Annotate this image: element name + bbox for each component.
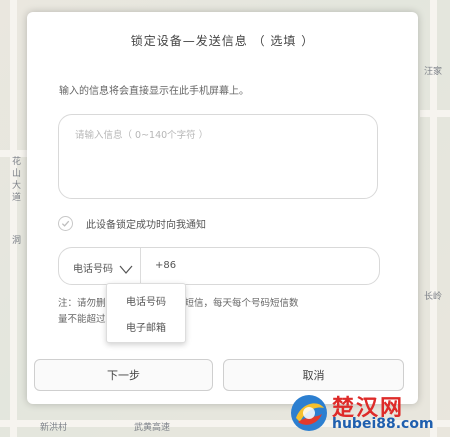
watermark-logo — [291, 395, 327, 431]
map-label: 汪家 — [424, 67, 443, 77]
dialog-title: 锁定设备—发送信息 （ 选填 ） — [130, 34, 315, 48]
watermark-url: hubei88.com — [332, 416, 434, 432]
message-hint: 输入的信息将会直接显示在此手机屏幕上。 — [59, 86, 249, 97]
phone-input-group: 电话号码 +86 — [58, 247, 380, 285]
map-label: 武黄高速 — [134, 423, 171, 433]
message-input[interactable]: 请输入信息（ 0~140个字符 ） — [58, 114, 378, 199]
dropdown-option-phone[interactable]: 电话号码 — [107, 293, 185, 308]
map-road — [10, 0, 17, 437]
map-label: 长岭 — [424, 292, 443, 302]
country-code[interactable]: +86 — [155, 260, 176, 271]
notify-option[interactable]: 此设备锁定成功时向我通知 — [58, 216, 206, 231]
lock-device-dialog: 锁定设备—发送信息 （ 选填 ） 输入的信息将会直接显示在此手机屏幕上。 请输入… — [27, 12, 418, 404]
notify-checkbox[interactable] — [58, 216, 73, 231]
next-button[interactable]: 下一步 — [34, 359, 213, 391]
check-icon — [61, 220, 70, 227]
contact-type-dropdown: 电话号码 电子邮箱 — [106, 283, 186, 343]
dropdown-option-email[interactable]: 电子邮箱 — [107, 319, 185, 334]
notify-label: 此设备锁定成功时向我通知 — [86, 220, 206, 231]
contact-type-select[interactable]: 电话号码 — [73, 260, 113, 275]
map-label: 洞 — [12, 236, 22, 246]
chevron-down-icon[interactable] — [119, 259, 133, 278]
watermark: 楚汉网 hubei88.com — [288, 388, 450, 437]
map-label: 道 — [12, 193, 22, 203]
map-label: 新洪村 — [40, 423, 68, 433]
notice-text-line2: 量不能超过 — [58, 314, 106, 325]
message-placeholder: 请输入信息（ 0~140个字符 ） — [75, 130, 209, 141]
divider — [140, 248, 141, 284]
cancel-button[interactable]: 取消 — [223, 359, 404, 391]
map-road — [420, 110, 450, 117]
